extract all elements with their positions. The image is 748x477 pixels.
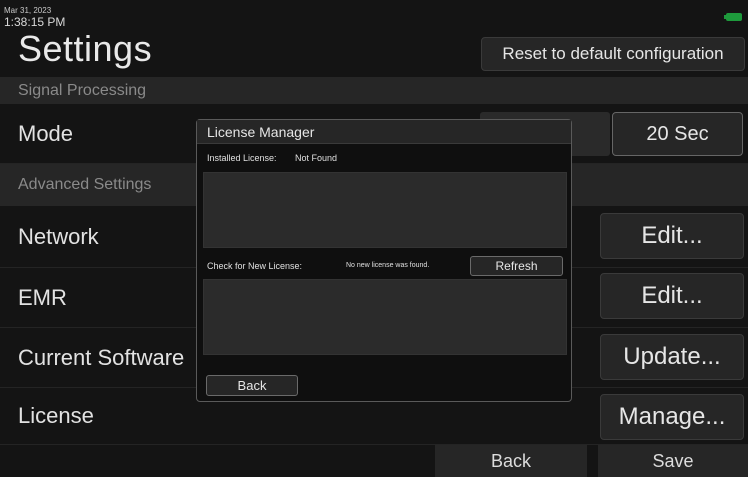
installed-license-value: Not Found [295, 153, 338, 163]
section-signal-processing: Signal Processing [0, 77, 748, 104]
license-manager-dialog: License Manager Installed License: Not F… [196, 119, 572, 402]
refresh-button[interactable]: Refresh [470, 256, 563, 276]
footer-save-button[interactable]: Save [598, 445, 748, 477]
battery-icon [724, 13, 742, 21]
license-label: License [18, 403, 94, 428]
network-edit-button[interactable]: Edit... [600, 213, 744, 259]
footer-back-button[interactable]: Back [435, 445, 587, 477]
new-license-box [203, 279, 567, 355]
check-license-status: No new license was found. [346, 262, 430, 269]
mode-20sec-button[interactable]: 20 Sec [612, 112, 743, 156]
license-manage-button[interactable]: Manage... [600, 394, 744, 440]
emr-edit-button[interactable]: Edit... [600, 273, 744, 319]
dialog-back-button[interactable]: Back [206, 375, 298, 396]
mode-label: Mode [18, 120, 74, 146]
check-license-label: Check for New License: [207, 261, 303, 271]
date-label: Mar 31, 2023 [4, 6, 52, 15]
time-label: 1:38:15 PM [4, 15, 66, 29]
software-update-button[interactable]: Update... [600, 334, 744, 380]
dialog-title: License Manager [197, 120, 571, 144]
installed-license-box [203, 172, 567, 248]
current-software-label: Current Software [18, 344, 185, 370]
installed-license-label: Installed License: [207, 153, 277, 163]
emr-label: EMR [18, 284, 67, 310]
reset-default-button[interactable]: Reset to default configuration [481, 37, 745, 71]
network-label: Network [18, 223, 99, 249]
page-title: Settings [18, 28, 153, 69]
